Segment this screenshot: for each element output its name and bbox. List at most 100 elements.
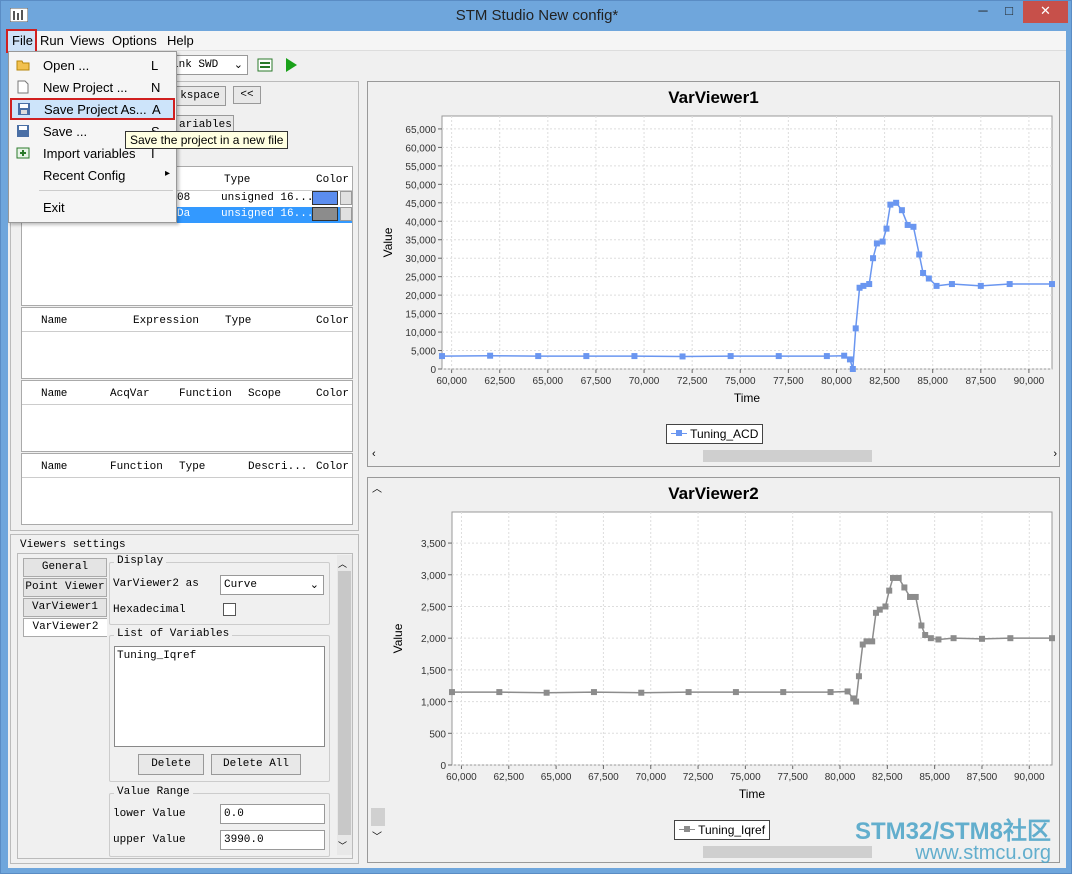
menu-options[interactable]: Options xyxy=(112,33,157,48)
data-point xyxy=(895,574,902,581)
row-color-swatch[interactable] xyxy=(312,207,338,221)
variables-list[interactable]: Tuning_Iqref xyxy=(114,646,325,747)
display-as-select[interactable]: Curve ⌄ xyxy=(220,575,324,595)
menu-item-save-project-as[interactable]: Save Project As... A xyxy=(10,98,175,120)
collapse-button[interactable]: << xyxy=(233,86,261,104)
plot-area: 60,000 62,500 65,000 67,500 70,000 72,500 75,0… xyxy=(381,115,1055,405)
menu-file[interactable]: File xyxy=(12,33,33,48)
data-point xyxy=(927,635,934,642)
varviewer1-hscroll[interactable]: ‹ › xyxy=(372,448,1057,464)
data-point xyxy=(922,632,929,639)
varviewer1-chart[interactable]: 60,000 62,500 65,000 67,500 70,000 72,500 75,0… xyxy=(368,110,1059,420)
data-point xyxy=(886,587,893,594)
menu-item-exit[interactable]: Exit xyxy=(9,196,176,218)
data-point xyxy=(727,353,734,360)
menu-item-recent-config[interactable]: Recent Config ▸ xyxy=(9,164,176,186)
chevron-down-icon[interactable]: ﹀ xyxy=(338,839,347,852)
y-tick-label: 3,000 xyxy=(421,571,446,582)
menu-views[interactable]: Views xyxy=(70,33,104,48)
upper-value-input[interactable]: 3990.0 xyxy=(220,830,325,850)
data-point xyxy=(849,366,856,372)
y-axis-label: Value xyxy=(381,227,395,257)
lower-value-input[interactable]: 0.0 xyxy=(220,804,325,824)
data-point xyxy=(487,352,494,359)
y-tick-label: 35,000 xyxy=(405,236,436,247)
x-tick-label: 87,500 xyxy=(966,376,997,387)
varviewer1-panel: VarViewer1 60,000 62,500 65,000 67,500 70,00… xyxy=(367,81,1060,467)
data-point xyxy=(679,353,686,360)
varviewer2-chart[interactable]: 60,000 62,500 65,000 67,500 70,000 72,500 75,0… xyxy=(368,506,1059,816)
data-point xyxy=(844,688,851,695)
row-type: unsigned 16... xyxy=(221,208,314,220)
settings-scrollbar[interactable]: ︿ ﹀ xyxy=(337,555,352,855)
data-point xyxy=(631,353,638,360)
delete-all-button[interactable]: Delete All xyxy=(211,754,301,775)
data-point xyxy=(866,281,873,288)
x-tick-label: 60,000 xyxy=(436,376,467,387)
chevron-up-icon[interactable]: ︿ xyxy=(338,557,347,570)
chevron-down-icon: ⌄ xyxy=(309,580,319,592)
scrollbar-thumb[interactable] xyxy=(703,450,872,462)
col-color: Color xyxy=(316,174,350,186)
data-point xyxy=(887,201,894,208)
import-icon xyxy=(16,147,30,159)
workspace-button[interactable]: kspace xyxy=(174,86,226,106)
row-color-swatch[interactable] xyxy=(312,191,338,205)
chevron-down-icon[interactable]: ﹀ xyxy=(372,828,382,843)
menu-item-new-project[interactable]: New Project ... N xyxy=(9,76,176,98)
scrollbar-thumb[interactable] xyxy=(338,571,351,835)
close-button[interactable]: ✕ xyxy=(1023,1,1068,23)
data-point xyxy=(904,221,911,228)
col-type: Type xyxy=(225,315,252,327)
data-point xyxy=(925,275,932,282)
data-point xyxy=(901,584,908,591)
probe-select[interactable]: ink SWD ⌄ xyxy=(168,55,248,75)
delete-button[interactable]: Delete xyxy=(138,754,204,775)
config-icon[interactable] xyxy=(257,57,273,73)
tab-point-viewer[interactable]: Point Viewer xyxy=(23,578,107,597)
row-name: Da xyxy=(177,208,191,220)
data-point xyxy=(732,689,739,696)
hexadecimal-checkbox[interactable] xyxy=(223,603,236,616)
chevron-down-icon: ⌄ xyxy=(233,60,243,72)
maximize-button[interactable]: □ xyxy=(996,1,1022,23)
data-point xyxy=(933,282,940,289)
chevron-left-icon[interactable]: ‹ xyxy=(372,448,376,460)
row-color-button[interactable] xyxy=(340,191,352,205)
row-color-button[interactable] xyxy=(340,207,352,221)
menu-help[interactable]: Help xyxy=(167,33,194,48)
list-item[interactable]: Tuning_Iqref xyxy=(117,650,196,662)
tab-general[interactable]: General xyxy=(23,558,107,577)
menu-run[interactable]: Run xyxy=(40,33,64,48)
run-icon[interactable] xyxy=(284,57,298,73)
x-tick-label: 80,000 xyxy=(821,376,852,387)
scrollbar-thumb[interactable] xyxy=(703,846,872,858)
varviewer2-title: VarViewer2 xyxy=(668,484,759,503)
col-expression: Expression xyxy=(133,315,200,327)
data-point xyxy=(870,255,877,262)
x-tick-label: 90,000 xyxy=(1014,772,1045,783)
x-tick-label: 82,500 xyxy=(869,376,900,387)
chevron-right-icon[interactable]: › xyxy=(1053,448,1057,460)
x-tick-label: 80,000 xyxy=(825,772,856,783)
col-type: Type xyxy=(224,174,251,186)
data-point xyxy=(978,635,985,642)
x-tick-label: 65,000 xyxy=(541,772,572,783)
tab-varviewer1[interactable]: VarViewer1 xyxy=(23,598,107,617)
varviewer2-panel: ︿ VarViewer2 60,000 62,500 65,000 67,500 70,… xyxy=(367,477,1060,863)
expressions-table: Name Expression Type Color xyxy=(21,307,353,379)
watermark: STM32/STM8社区 www.stmcu.org xyxy=(855,811,1051,865)
x-tick-label: 70,000 xyxy=(629,376,660,387)
data-point xyxy=(860,282,867,289)
tab-varviewer2[interactable]: VarViewer2 xyxy=(23,618,107,637)
app-window: STM Studio New config* ─ □ ✕ File Run Vi… xyxy=(0,0,1072,874)
data-point xyxy=(918,622,925,629)
x-tick-label: 75,000 xyxy=(730,772,761,783)
data-point xyxy=(893,199,900,206)
y-tick-label: 1,000 xyxy=(421,698,446,709)
vscroll-thumb[interactable] xyxy=(371,808,385,826)
probe-select-value: ink SWD xyxy=(172,59,219,71)
minimize-button[interactable]: ─ xyxy=(970,1,996,23)
menu-item-open[interactable]: Open ... L xyxy=(9,54,176,76)
new-file-icon xyxy=(17,80,29,94)
